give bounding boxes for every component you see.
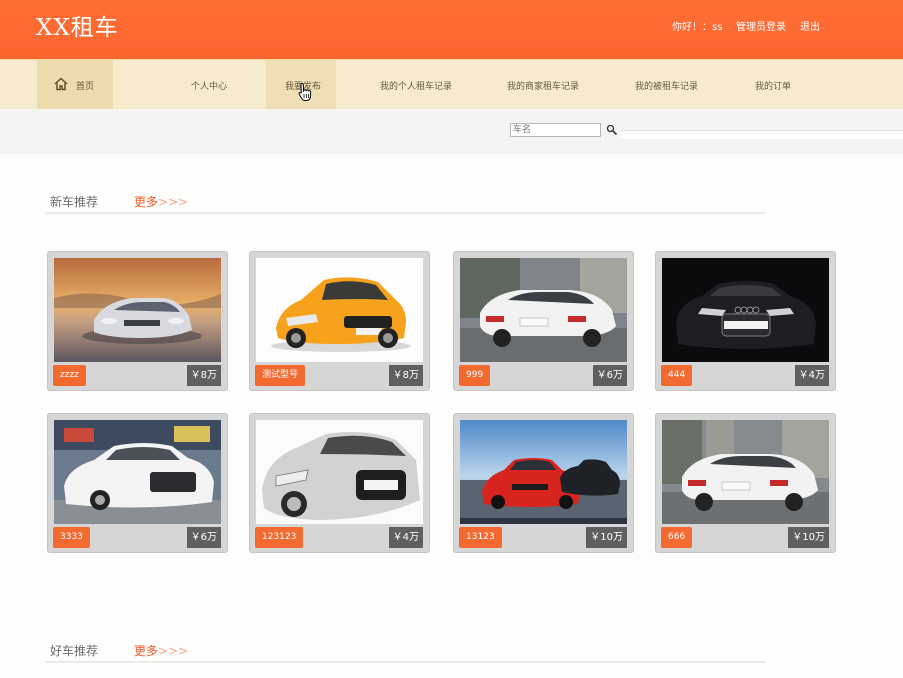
car-price-tag: ￥8万 <box>388 365 423 386</box>
nav-item-personal-rental-records[interactable]: 我的个人租车记录 <box>380 79 452 92</box>
car-card[interactable]: 666 ￥10万 <box>655 413 836 553</box>
more-link-label: 更多 <box>134 195 159 209</box>
car-photo <box>256 258 423 362</box>
section-title-good-cars: 好车推荐 <box>50 644 99 658</box>
admin-login-link[interactable]: 管理员登录 <box>736 18 786 33</box>
car-name-tag: 666 <box>661 527 693 548</box>
car-name-tag: 13123 <box>459 527 502 548</box>
nav-home-highlight <box>37 60 113 110</box>
car-price-tag: ￥10万 <box>788 527 829 548</box>
more-link-label: 更多 <box>134 644 159 658</box>
car-price-tag: ￥10万 <box>586 527 627 548</box>
search-divider <box>620 130 903 139</box>
car-photo <box>54 420 221 524</box>
nav-item-home[interactable]: 首页 <box>76 79 94 92</box>
nav-item-my-orders[interactable]: 我的订单 <box>755 79 791 92</box>
car-price-tag: ￥4万 <box>794 365 829 386</box>
section-more-new-cars[interactable]: 更多>>> <box>134 193 188 210</box>
car-name-tag: 444 <box>661 365 693 386</box>
more-arrows: >>> <box>158 195 189 209</box>
car-price-tag: ￥6万 <box>186 527 221 548</box>
car-card[interactable]: zzzz ￥8万 <box>47 251 228 391</box>
car-card[interactable]: 123123 ￥4万 <box>249 413 430 553</box>
car-name-tag: 3333 <box>53 527 90 548</box>
car-price-tag: ￥6万 <box>592 365 627 386</box>
section-title-new-cars: 新车推荐 <box>50 195 99 209</box>
search-icon[interactable] <box>606 124 618 136</box>
car-name-tag: 测试型号 <box>255 365 306 386</box>
car-photo <box>662 258 829 362</box>
site-logo[interactable]: XX租车 <box>36 8 119 42</box>
car-name-tag: 123123 <box>255 527 304 548</box>
nav-item-personal-center[interactable]: 个人中心 <box>191 79 227 92</box>
car-name-search-input[interactable] <box>510 123 601 137</box>
header-bar: XX租车 你好！：ss 管理员登录 退出 <box>0 0 903 59</box>
car-card[interactable]: 999 ￥6万 <box>453 251 634 391</box>
car-price-tag: ￥8万 <box>186 365 221 386</box>
more-arrows: >>> <box>158 644 189 658</box>
car-photo <box>460 258 627 362</box>
car-price-tag: ￥4万 <box>388 527 423 548</box>
car-photo <box>460 420 627 524</box>
car-card[interactable]: 3333 ￥6万 <box>47 413 228 553</box>
greeting-text: 你好！：ss <box>672 22 723 33</box>
car-photo <box>662 420 829 524</box>
logout-link[interactable]: 退出 <box>800 18 820 33</box>
car-name-tag: 999 <box>459 365 491 386</box>
car-card[interactable]: 444 ￥4万 <box>655 251 836 391</box>
section-divider <box>46 212 766 214</box>
pointer-cursor-icon <box>298 82 312 101</box>
car-photo <box>256 420 423 524</box>
car-card[interactable]: 测试型号 ￥8万 <box>249 251 430 391</box>
car-photo <box>54 258 221 362</box>
car-name-tag: zzzz <box>53 365 86 386</box>
home-icon <box>54 77 68 91</box>
nav-item-rented-out-records[interactable]: 我的被租车记录 <box>635 79 698 92</box>
car-card[interactable]: 13123 ￥10万 <box>453 413 634 553</box>
section-divider <box>46 661 766 663</box>
main-nav: 首页 个人中心 我要发布 我的个人租车记录 我的商家租车记录 我的被租车记录 我… <box>0 59 903 110</box>
nav-item-business-rental-records[interactable]: 我的商家租车记录 <box>507 79 579 92</box>
section-more-good-cars[interactable]: 更多>>> <box>134 642 188 659</box>
